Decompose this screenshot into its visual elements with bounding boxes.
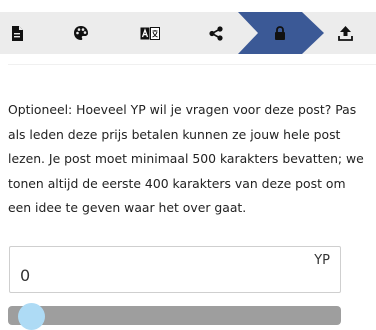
palette-icon: [73, 25, 89, 41]
paywall-description: Optioneel: Hoeveel YP wil je vragen voor…: [8, 102, 364, 215]
document-icon: [11, 25, 23, 41]
price-unit-label: YP: [314, 253, 330, 268]
tab-translate[interactable]: [138, 12, 162, 54]
tab-publish[interactable]: [334, 12, 356, 54]
price-slider-handle[interactable]: [18, 303, 45, 330]
lock-icon: [274, 26, 286, 40]
share-icon: [209, 25, 223, 41]
tab-share[interactable]: [205, 12, 227, 54]
section-divider: [8, 64, 376, 65]
upload-icon: [337, 25, 353, 41]
price-slider-track[interactable]: [8, 306, 341, 325]
tab-paywall[interactable]: [268, 12, 292, 54]
tab-document[interactable]: [6, 12, 28, 54]
translate-icon: [140, 26, 160, 40]
price-input[interactable]: [10, 247, 340, 292]
price-field[interactable]: YP: [9, 246, 341, 293]
editor-toolbar: [0, 12, 376, 54]
tab-style[interactable]: [70, 12, 92, 54]
